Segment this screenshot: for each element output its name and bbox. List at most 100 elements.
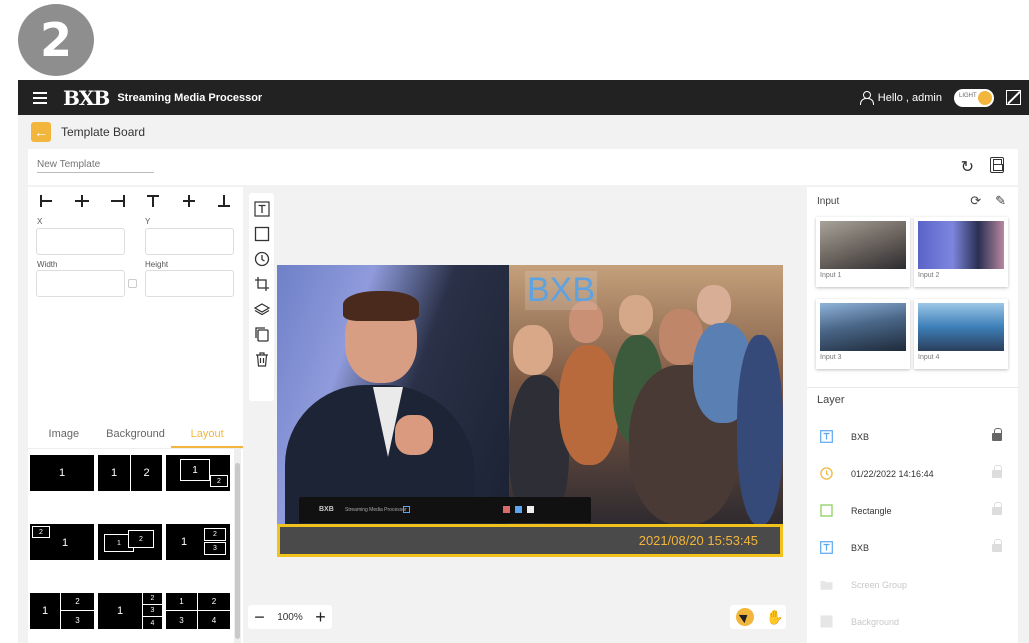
toggle-knob xyxy=(978,90,992,105)
app-window: BXB Streaming Media Processor Hello , ad… xyxy=(18,80,1029,643)
lock-icon[interactable] xyxy=(992,427,1002,441)
align-left-icon[interactable] xyxy=(40,195,54,207)
text-tool-icon[interactable] xyxy=(253,201,270,217)
y-label: Y xyxy=(145,217,151,226)
menu-icon[interactable] xyxy=(33,91,47,104)
properties-panel: X Y Width Height Image Background Layout… xyxy=(28,187,244,643)
clock-tool-icon[interactable] xyxy=(254,251,270,267)
tab-image[interactable]: Image xyxy=(28,421,100,448)
layout-preset-split-two[interactable]: 1 2 xyxy=(98,455,162,491)
canvas-area: BXB Streaming Media Processor BXB 2021/0… xyxy=(246,187,806,643)
layers-tool-icon[interactable] xyxy=(253,301,270,317)
layer-item[interactable]: Rectangle xyxy=(807,492,1018,529)
refresh-icon[interactable]: ⟳ xyxy=(970,193,981,209)
zoom-control: − 100% + xyxy=(248,605,332,629)
text-icon xyxy=(820,430,833,443)
layout-preset-single[interactable]: 1 xyxy=(30,455,94,491)
zoom-in-button[interactable]: + xyxy=(315,608,326,626)
layout-preset-one-plus-two-stacked[interactable]: 1 2 3 xyxy=(30,593,94,629)
scrollbar-thumb[interactable] xyxy=(235,463,240,639)
x-input[interactable] xyxy=(36,228,125,255)
align-center-horizontal-icon[interactable] xyxy=(75,195,90,207)
text-icon xyxy=(820,541,833,554)
save-icon[interactable] xyxy=(990,157,1004,173)
x-label: X xyxy=(37,217,43,226)
asset-tabs: Image Background Layout xyxy=(28,421,244,449)
top-bar: BXB Streaming Media Processor Hello , ad… xyxy=(18,80,1029,115)
delete-tool-icon[interactable] xyxy=(254,351,270,367)
layout-preset-pip-top-left[interactable]: 2 1 xyxy=(30,524,94,560)
y-input[interactable] xyxy=(145,228,234,255)
image-icon xyxy=(820,615,833,628)
rectangle-tool-icon[interactable] xyxy=(254,226,270,242)
template-name-bar: ↻ xyxy=(28,149,1018,185)
input-thumbnail xyxy=(820,221,906,269)
unlock-icon[interactable] xyxy=(992,538,1002,552)
stage-photo-speaker xyxy=(277,265,509,525)
width-input[interactable] xyxy=(36,270,125,297)
input-section-title: Input xyxy=(817,196,840,207)
pan-mode-icon[interactable]: ✋ xyxy=(766,609,783,625)
layer-item[interactable]: Screen Group xyxy=(807,566,1018,603)
fullscreen-icon[interactable] xyxy=(1006,90,1021,105)
stage-clock-rectangle[interactable]: 2021/08/20 15:53:45 xyxy=(277,524,783,557)
pointer-mode-icon[interactable] xyxy=(736,608,754,626)
crop-tool-icon[interactable] xyxy=(254,276,270,292)
stage-device-image: BXB Streaming Media Processor xyxy=(299,497,591,523)
width-label: Width xyxy=(37,260,58,269)
rectangle-icon xyxy=(820,504,833,517)
aspect-lock-icon[interactable] xyxy=(128,279,137,288)
unlock-icon[interactable] xyxy=(992,501,1002,515)
reset-icon[interactable]: ↻ xyxy=(961,157,974,177)
step-number-badge: 2 xyxy=(18,4,94,76)
layer-item[interactable]: 01/22/2022 14:16:44 xyxy=(807,455,1018,492)
align-top-icon[interactable] xyxy=(146,195,160,207)
tab-background[interactable]: Background xyxy=(100,421,172,448)
stage-text-overlay[interactable]: BXB xyxy=(525,271,598,310)
unlock-icon[interactable] xyxy=(992,464,1002,478)
input-card-1[interactable]: Input 1 xyxy=(816,217,910,287)
drawing-toolbox xyxy=(249,193,274,401)
layout-preset-overlap[interactable]: 1 2 xyxy=(98,524,162,560)
layout-scrollbar[interactable] xyxy=(234,449,241,643)
layout-preset-quad[interactable]: 1 2 3 4 xyxy=(166,593,230,629)
layer-item[interactable]: Background xyxy=(807,603,1018,640)
input-thumbnail xyxy=(820,303,906,351)
template-name-input[interactable] xyxy=(37,159,154,173)
theme-toggle[interactable]: LIGHT xyxy=(954,88,994,107)
input-card-2[interactable]: Input 2 xyxy=(914,217,1008,287)
align-bottom-icon[interactable] xyxy=(217,195,231,207)
tab-layout[interactable]: Layout xyxy=(171,421,244,448)
height-label: Height xyxy=(145,260,169,269)
height-input[interactable] xyxy=(145,270,234,297)
layout-preset-pip-bottom-right[interactable]: 1 2 xyxy=(166,455,230,491)
input-card-3[interactable]: Input 3 xyxy=(816,299,910,369)
clock-icon xyxy=(820,467,833,480)
align-right-icon[interactable] xyxy=(110,195,125,207)
back-button[interactable]: ← xyxy=(31,122,51,142)
page-title: Template Board xyxy=(61,125,146,139)
section-divider xyxy=(807,387,1018,388)
layout-preset-one-plus-two[interactable]: 1 2 3 xyxy=(166,524,230,560)
app-title: Streaming Media Processor xyxy=(117,91,263,104)
user-greeting[interactable]: Hello , admin xyxy=(878,92,942,104)
align-middle-vertical-icon[interactable] xyxy=(182,195,196,207)
brand-logo: BXB xyxy=(63,85,110,110)
canvas-mode-switch: ✋ xyxy=(730,605,786,629)
zoom-out-button[interactable]: − xyxy=(254,608,265,626)
alignment-toolbar xyxy=(28,187,243,207)
folder-icon xyxy=(820,581,833,590)
template-stage[interactable]: BXB Streaming Media Processor BXB 2021/0… xyxy=(277,265,783,557)
input-card-4[interactable]: Input 4 xyxy=(914,299,1008,369)
layer-section-title: Layer xyxy=(817,394,845,406)
layer-item[interactable]: BXB xyxy=(807,529,1018,566)
stage-timestamp: 2021/08/20 15:53:45 xyxy=(638,533,758,548)
zoom-level: 100% xyxy=(277,611,303,623)
edit-icon[interactable]: ✎ xyxy=(995,193,1006,209)
input-thumbnail xyxy=(918,221,1004,269)
layer-item[interactable]: BXB xyxy=(807,418,1018,455)
user-icon xyxy=(859,91,874,105)
input-thumbnail xyxy=(918,303,1004,351)
copy-tool-icon[interactable] xyxy=(254,326,270,342)
layout-preset-one-plus-three[interactable]: 1 2 3 4 xyxy=(98,593,162,629)
